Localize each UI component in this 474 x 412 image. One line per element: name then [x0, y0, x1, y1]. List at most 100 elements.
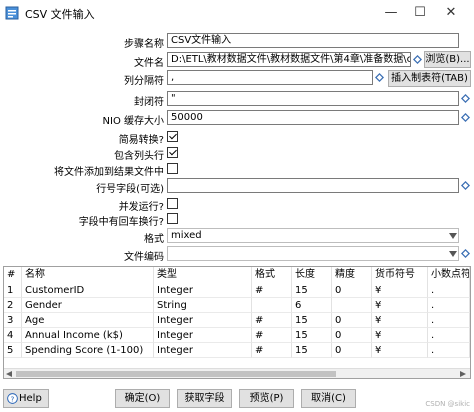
row-number-cell: 1 [4, 283, 22, 298]
decimal-cell[interactable]: . [428, 313, 470, 328]
table-row[interactable]: 3 Age Integer # 15 0 ¥ . [4, 313, 470, 328]
decimal-cell[interactable]: . [428, 298, 470, 313]
fields-table: # 名称 类型 格式 长度 精度 货币符号 小数点符 1 CustomerID … [3, 266, 471, 379]
help-icon: ? [7, 393, 18, 404]
variable-diamond-icon [461, 181, 470, 190]
type-cell[interactable]: Integer [154, 328, 252, 343]
column-header[interactable]: 类型 [154, 267, 252, 283]
currency-cell[interactable]: ¥ [372, 328, 428, 343]
name-cell[interactable]: Gender [22, 298, 154, 313]
chevron-down-icon [449, 233, 457, 239]
format-label: 格式 [144, 234, 164, 245]
format-select[interactable]: mixed [167, 228, 459, 243]
column-header[interactable]: 格式 [252, 267, 292, 283]
format-cell[interactable] [252, 298, 292, 313]
format-cell[interactable]: # [252, 283, 292, 298]
scroll-left-icon[interactable] [6, 371, 12, 377]
length-cell[interactable]: 15 [292, 313, 332, 328]
get-fields-button[interactable]: 获取字段 [177, 389, 232, 408]
row-number-input[interactable] [167, 178, 459, 193]
row-number-cell: 4 [4, 328, 22, 343]
format-cell[interactable]: # [252, 328, 292, 343]
add-filename-label: 将文件添加到结果文件中 [54, 167, 164, 178]
column-header[interactable]: 精度 [332, 267, 372, 283]
name-cell[interactable]: Annual Income (k$) [22, 328, 154, 343]
type-cell[interactable]: Integer [154, 313, 252, 328]
precision-cell[interactable] [332, 298, 372, 313]
table-row[interactable]: 5 Spending Score (1-100) Integer # 15 0 … [4, 343, 470, 358]
newline-checkbox[interactable] [167, 213, 178, 224]
format-cell[interactable]: # [252, 343, 292, 358]
currency-cell[interactable]: ¥ [372, 283, 428, 298]
parallel-checkbox[interactable] [167, 198, 178, 209]
title-bar: CSV 文件输入 — ☐ ✕ [0, 0, 474, 26]
length-cell[interactable]: 15 [292, 343, 332, 358]
variable-diamond-icon [461, 249, 470, 258]
minimize-button[interactable]: — [376, 2, 406, 24]
lazy-conversion-checkbox[interactable] [167, 131, 178, 142]
precision-cell[interactable]: 0 [332, 343, 372, 358]
nio-buffer-input[interactable]: 50000 [167, 110, 459, 125]
name-cell[interactable]: Spending Score (1-100) [22, 343, 154, 358]
decimal-cell[interactable]: . [428, 343, 470, 358]
help-label: Help [19, 393, 42, 404]
currency-cell[interactable]: ¥ [372, 343, 428, 358]
browse-button[interactable]: 浏览(B)... [424, 51, 471, 68]
type-cell[interactable]: Integer [154, 283, 252, 298]
name-cell[interactable]: CustomerID [22, 283, 154, 298]
maximize-button[interactable]: ☐ [405, 2, 435, 24]
file-name-input[interactable]: D:\ETL\教材数据文件\教材数据文件\第4章\准备数据\cs [167, 52, 411, 67]
column-header[interactable]: # [4, 267, 22, 283]
column-header[interactable]: 货币符号 [372, 267, 428, 283]
scrollbar-thumb[interactable] [16, 371, 336, 377]
cancel-button[interactable]: 取消(C) [301, 389, 356, 408]
enclosure-input[interactable]: " [167, 91, 459, 106]
row-number-cell: 5 [4, 343, 22, 358]
type-cell[interactable]: String [154, 298, 252, 313]
header-row-label: 包含列头行 [114, 151, 164, 162]
row-number-label: 行号字段(可选) [96, 184, 164, 195]
delimiter-label: 列分隔符 [124, 76, 164, 87]
insert-tab-button[interactable]: 插入制表符(TAB) [388, 70, 471, 87]
length-cell[interactable]: 6 [292, 298, 332, 313]
preview-button[interactable]: 预览(P) [239, 389, 294, 408]
currency-cell[interactable]: ¥ [372, 298, 428, 313]
precision-cell[interactable]: 0 [332, 283, 372, 298]
lazy-conversion-label: 简易转换? [118, 135, 164, 146]
newline-label: 字段中有回车换行? [78, 217, 164, 228]
length-cell[interactable]: 15 [292, 328, 332, 343]
ok-button[interactable]: 确定(O) [115, 389, 170, 408]
enclosure-label: 封闭符 [134, 97, 164, 108]
scroll-right-icon[interactable] [460, 371, 466, 377]
horizontal-scrollbar[interactable] [4, 368, 470, 378]
header-row-checkbox[interactable] [167, 147, 178, 158]
table-row[interactable]: 2 Gender String 6 ¥ . [4, 298, 470, 313]
column-header[interactable]: 长度 [292, 267, 332, 283]
nio-buffer-label: NIO 缓存大小 [102, 116, 164, 127]
encoding-select[interactable] [167, 246, 459, 261]
precision-cell[interactable]: 0 [332, 313, 372, 328]
help-button[interactable]: ? Help [3, 389, 49, 408]
row-number-cell: 3 [4, 313, 22, 328]
column-header[interactable]: 名称 [22, 267, 154, 283]
precision-cell[interactable]: 0 [332, 328, 372, 343]
table-row[interactable]: 1 CustomerID Integer # 15 0 ¥ . [4, 283, 470, 298]
type-cell[interactable]: Integer [154, 343, 252, 358]
row-number-cell: 2 [4, 298, 22, 313]
format-cell[interactable]: # [252, 313, 292, 328]
variable-diamond-icon [461, 113, 470, 122]
length-cell[interactable]: 15 [292, 283, 332, 298]
delimiter-input[interactable]: , [167, 70, 373, 85]
step-name-input[interactable]: CSV文件输入 [167, 33, 459, 48]
close-button[interactable]: ✕ [436, 2, 466, 24]
csv-input-icon [5, 6, 19, 20]
decimal-cell[interactable]: . [428, 328, 470, 343]
add-filename-checkbox[interactable] [167, 163, 178, 174]
svg-text:?: ? [11, 394, 15, 403]
column-header[interactable]: 小数点符 [428, 267, 470, 283]
decimal-cell[interactable]: . [428, 283, 470, 298]
currency-cell[interactable]: ¥ [372, 313, 428, 328]
encoding-label: 文件编码 [124, 252, 164, 263]
table-row[interactable]: 4 Annual Income (k$) Integer # 15 0 ¥ . [4, 328, 470, 343]
name-cell[interactable]: Age [22, 313, 154, 328]
